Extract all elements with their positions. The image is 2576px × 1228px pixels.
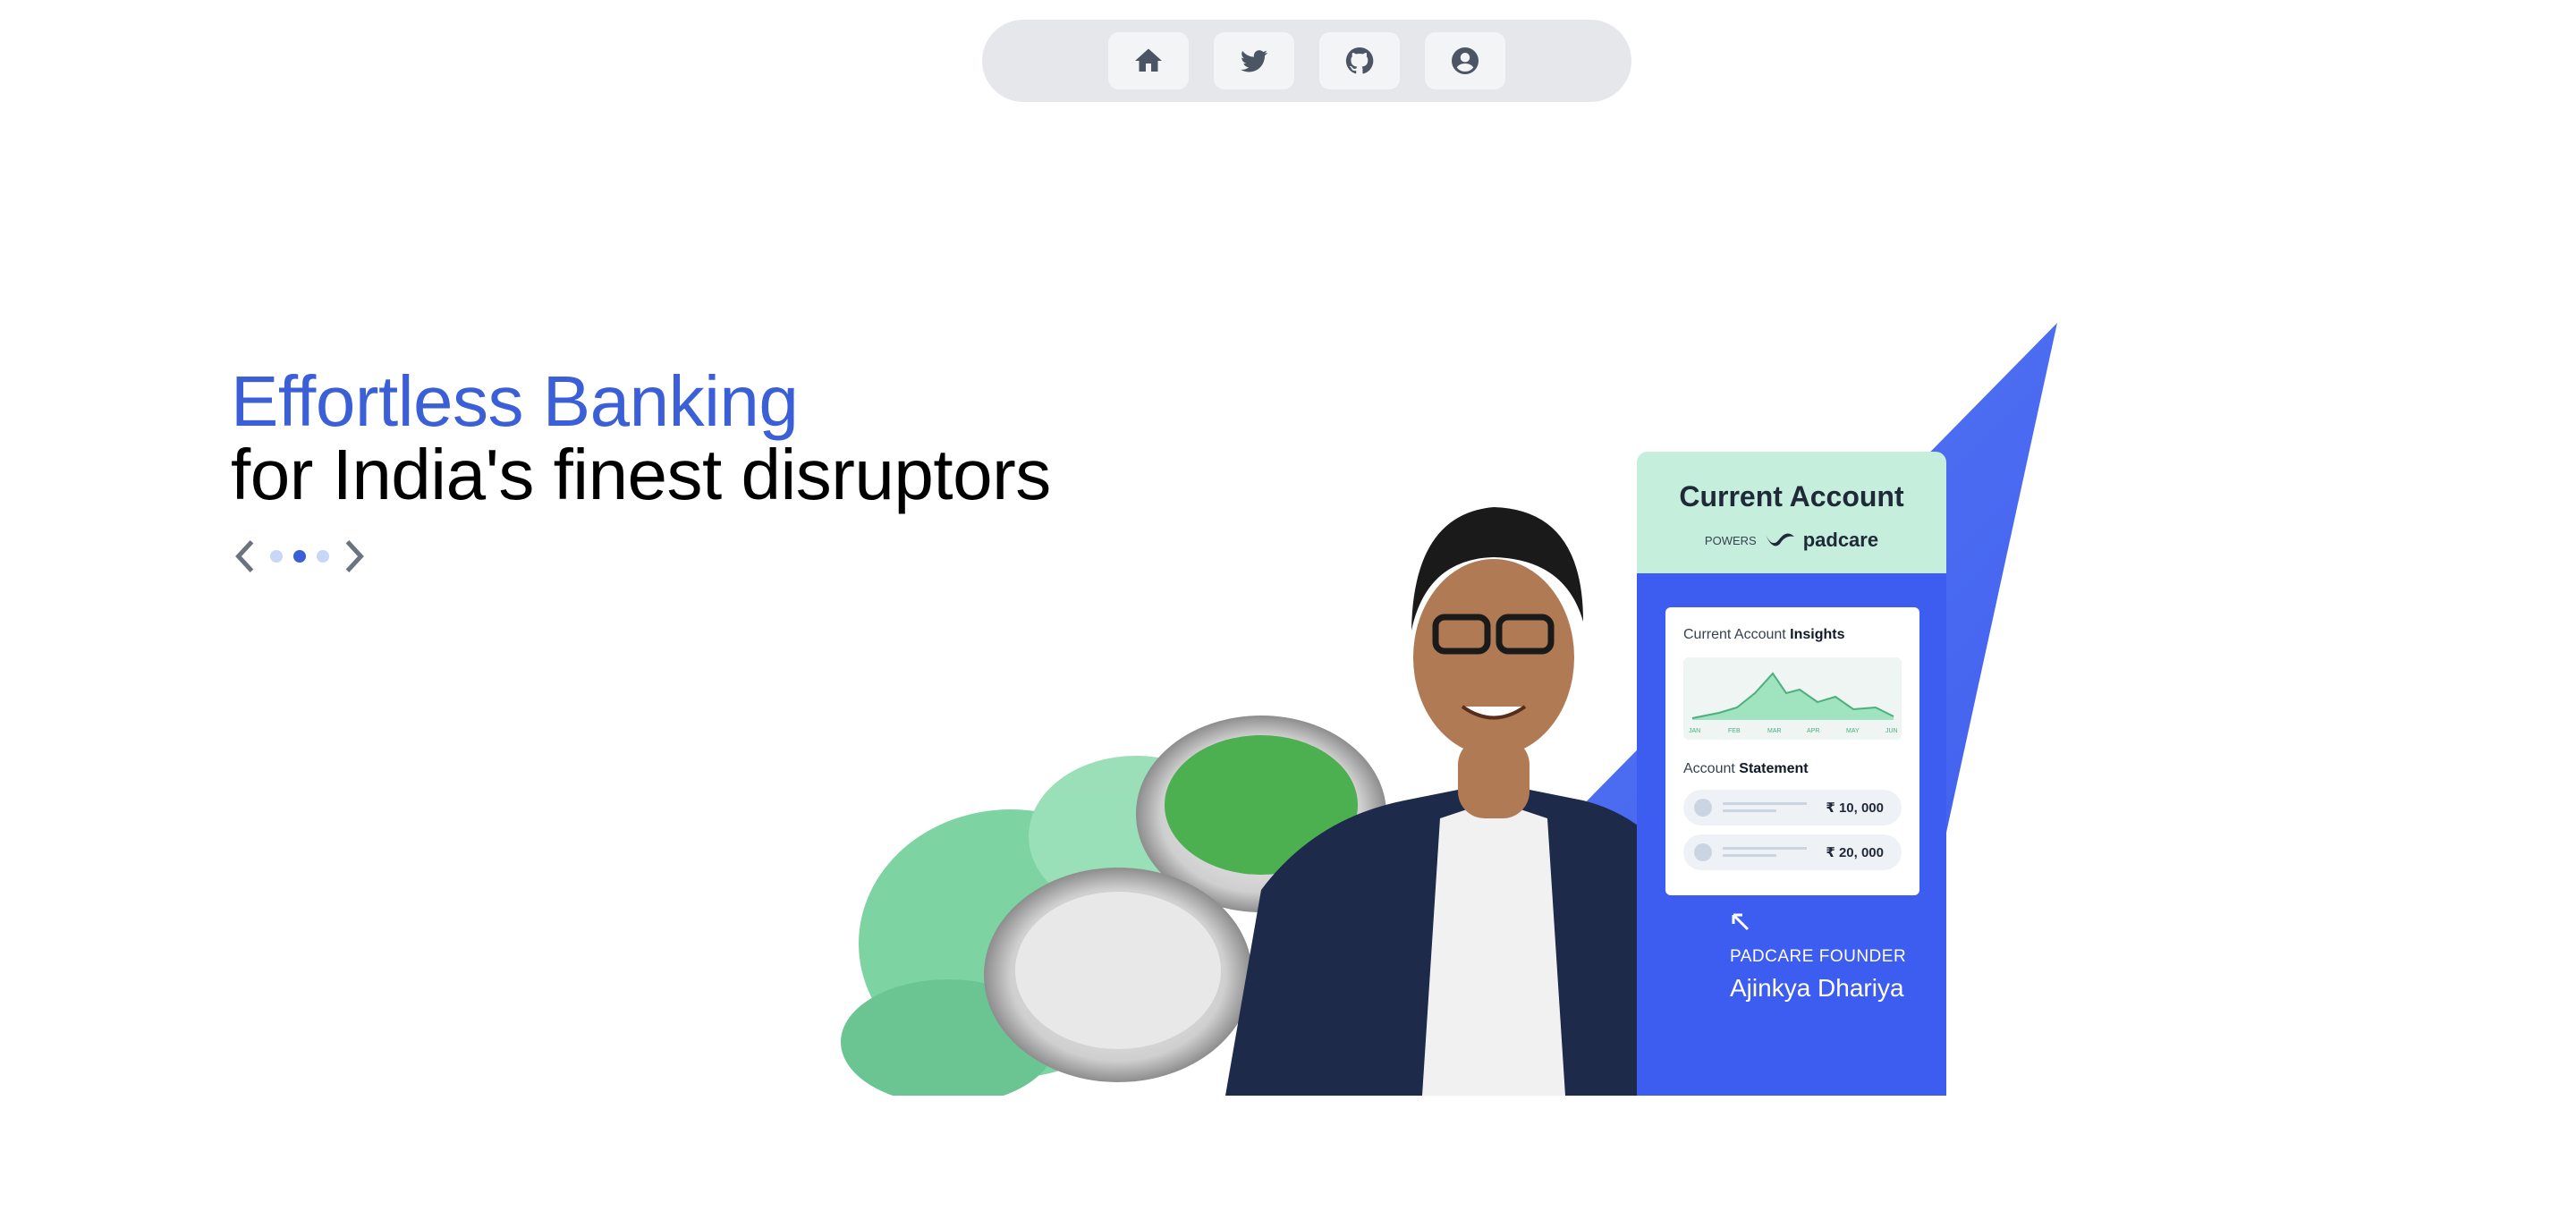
cursor-arrow-icon (1732, 913, 1750, 931)
insights-chart: JAN FEB MAR APR MAY JUN (1683, 657, 1902, 740)
chart-month-label: APR (1807, 728, 1819, 734)
row-avatar (1694, 843, 1712, 861)
statement-prefix: Account (1683, 761, 1740, 776)
github-icon (1345, 47, 1374, 74)
carousel-controls (231, 537, 369, 576)
statement-row: ₹ 10, 000 (1683, 790, 1902, 826)
chart-month-label: MAR (1767, 728, 1782, 734)
row-line (1723, 802, 1807, 805)
hero-illustration: Current Account POWERS padcare Current A… (760, 318, 2084, 1096)
padcare-logo-icon (1765, 533, 1794, 546)
user-icon (1452, 47, 1479, 74)
statement-label: Account Statement (1683, 761, 1809, 777)
github-button[interactable] (1319, 32, 1400, 89)
carousel-next-button[interactable] (340, 537, 369, 576)
insights-bold: Insights (1790, 627, 1845, 642)
carousel-dot-1[interactable] (270, 550, 283, 563)
insights-panel: Current Account Insights JAN FEB MAR APR MAY… (1665, 607, 1919, 895)
statement-row: ₹ 20, 000 (1683, 834, 1902, 870)
founder-role: PADCARE FOUNDER (1730, 947, 1907, 966)
home-button[interactable] (1108, 32, 1189, 89)
insights-chart-svg: JAN FEB MAR APR MAY JUN (1689, 672, 1898, 734)
row-amount: ₹ 20, 000 (1826, 845, 1884, 860)
twitter-button[interactable] (1214, 32, 1294, 89)
row-line (1723, 809, 1776, 812)
chart-month-label: JAN (1689, 728, 1700, 734)
tin-white (984, 868, 1252, 1082)
statement-bold: Statement (1739, 761, 1809, 776)
carousel-prev-button[interactable] (231, 537, 259, 576)
carousel-dot-2[interactable] (293, 550, 306, 563)
padcare-brand: padcare (1802, 529, 1879, 551)
row-line (1723, 847, 1807, 850)
powers-label: POWERS (1704, 533, 1757, 547)
top-nav (982, 20, 1631, 102)
founder-name: Ajinkya Dhariya (1730, 974, 1904, 1002)
current-account-card: Current Account POWERS padcare Current A… (1637, 452, 1946, 1096)
chart-month-label: JUN (1885, 728, 1898, 734)
insights-label: Current Account Insights (1683, 627, 1845, 643)
insights-prefix: Current Account (1683, 627, 1791, 642)
chart-month-label: MAY (1846, 728, 1860, 734)
profile-button[interactable] (1425, 32, 1505, 89)
row-line (1723, 854, 1776, 857)
card-powers: POWERS padcare (1637, 529, 1946, 552)
chart-month-label: FEB (1728, 728, 1741, 734)
home-icon (1135, 48, 1162, 72)
twitter-icon (1241, 50, 1267, 72)
row-avatar (1694, 799, 1712, 817)
carousel-dot-3[interactable] (317, 550, 329, 563)
chevron-left-icon (235, 540, 254, 572)
card-title: Current Account (1679, 480, 1904, 512)
card-header: Current Account POWERS padcare (1637, 452, 1946, 573)
row-amount: ₹ 10, 000 (1826, 800, 1884, 816)
chevron-right-icon (345, 540, 364, 572)
